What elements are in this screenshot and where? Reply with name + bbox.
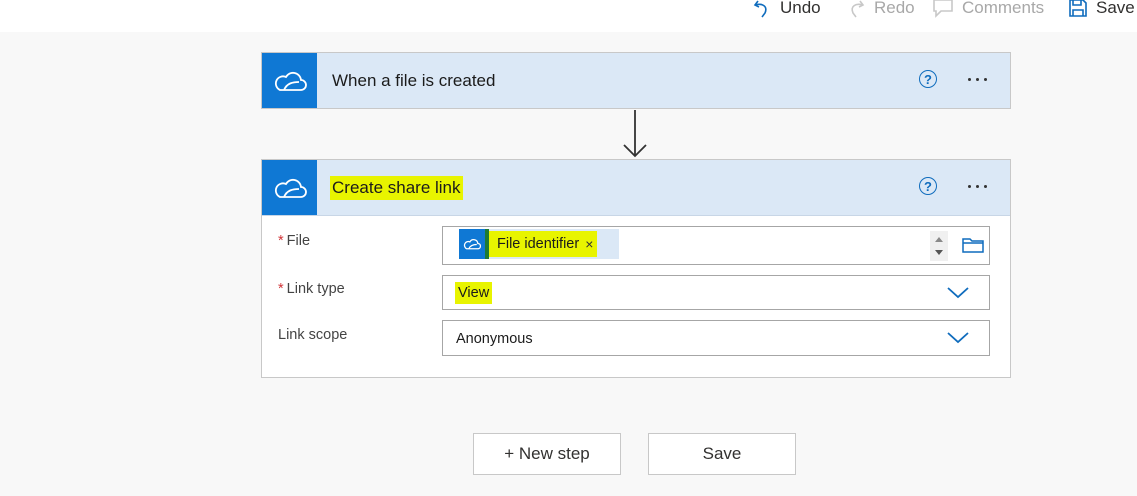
- redo-icon: [851, 0, 865, 18]
- action-title: Create share link: [330, 176, 463, 200]
- comment-icon: [933, 0, 953, 18]
- file-input[interactable]: File identifier ×: [442, 226, 990, 265]
- save-button[interactable]: Save: [648, 433, 796, 475]
- undo-icon: [753, 0, 767, 18]
- onedrive-cloud-icon: [262, 160, 317, 215]
- save-toolbar-label: Save: [1096, 0, 1135, 17]
- token-highlight: File identifier ×: [489, 231, 598, 257]
- token-label: File identifier: [497, 236, 580, 252]
- chevron-down-icon: [947, 287, 969, 299]
- save-toolbar-button[interactable]: Save: [1068, 0, 1135, 20]
- onedrive-cloud-icon: [262, 53, 317, 108]
- help-icon[interactable]: ?: [919, 70, 937, 88]
- file-identifier-token[interactable]: File identifier ×: [459, 229, 619, 259]
- required-marker: *: [278, 281, 284, 297]
- required-marker: *: [278, 233, 284, 249]
- spinner-arrows-icon[interactable]: [930, 231, 948, 261]
- onedrive-cloud-icon: [459, 229, 489, 259]
- file-label-text: File: [286, 233, 311, 249]
- more-options-icon[interactable]: [968, 78, 987, 81]
- link-type-label: * Link type: [278, 281, 345, 297]
- comments-button[interactable]: Comments: [932, 0, 1044, 20]
- link-type-value: View: [455, 282, 493, 304]
- link-scope-dropdown[interactable]: Anonymous: [442, 320, 990, 356]
- link-type-label-text: Link type: [286, 281, 345, 297]
- file-label: * File: [278, 233, 310, 249]
- command-bar: Undo Redo Comments Save: [0, 0, 1137, 32]
- undo-label: Undo: [780, 0, 821, 17]
- new-step-button[interactable]: + New step: [473, 433, 621, 475]
- comments-label: Comments: [962, 0, 1045, 17]
- help-icon[interactable]: ?: [919, 177, 937, 195]
- undo-button[interactable]: Undo: [752, 0, 821, 20]
- link-scope-value: Anonymous: [456, 331, 533, 347]
- trigger-title: When a file is created: [332, 71, 496, 90]
- link-scope-label-text: Link scope: [278, 327, 348, 343]
- redo-label: Redo: [874, 0, 915, 17]
- action-card: Create share link ? * File File identifie…: [261, 159, 1011, 378]
- folder-icon[interactable]: [962, 237, 984, 253]
- trigger-card[interactable]: When a file is created ?: [261, 52, 1011, 109]
- token-remove-button[interactable]: ×: [585, 236, 597, 252]
- trigger-card-header[interactable]: When a file is created ?: [262, 53, 1010, 108]
- help-glyph: ?: [924, 71, 932, 87]
- link-type-dropdown[interactable]: View: [442, 275, 990, 310]
- chevron-down-icon: [947, 332, 969, 344]
- help-glyph: ?: [924, 178, 932, 194]
- down-arrow-icon: [623, 110, 647, 158]
- save-icon: [1069, 0, 1087, 17]
- redo-button[interactable]: Redo: [846, 0, 915, 20]
- more-options-icon[interactable]: [968, 185, 987, 188]
- action-card-header[interactable]: Create share link ?: [262, 160, 1010, 216]
- link-scope-label: Link scope: [278, 327, 347, 343]
